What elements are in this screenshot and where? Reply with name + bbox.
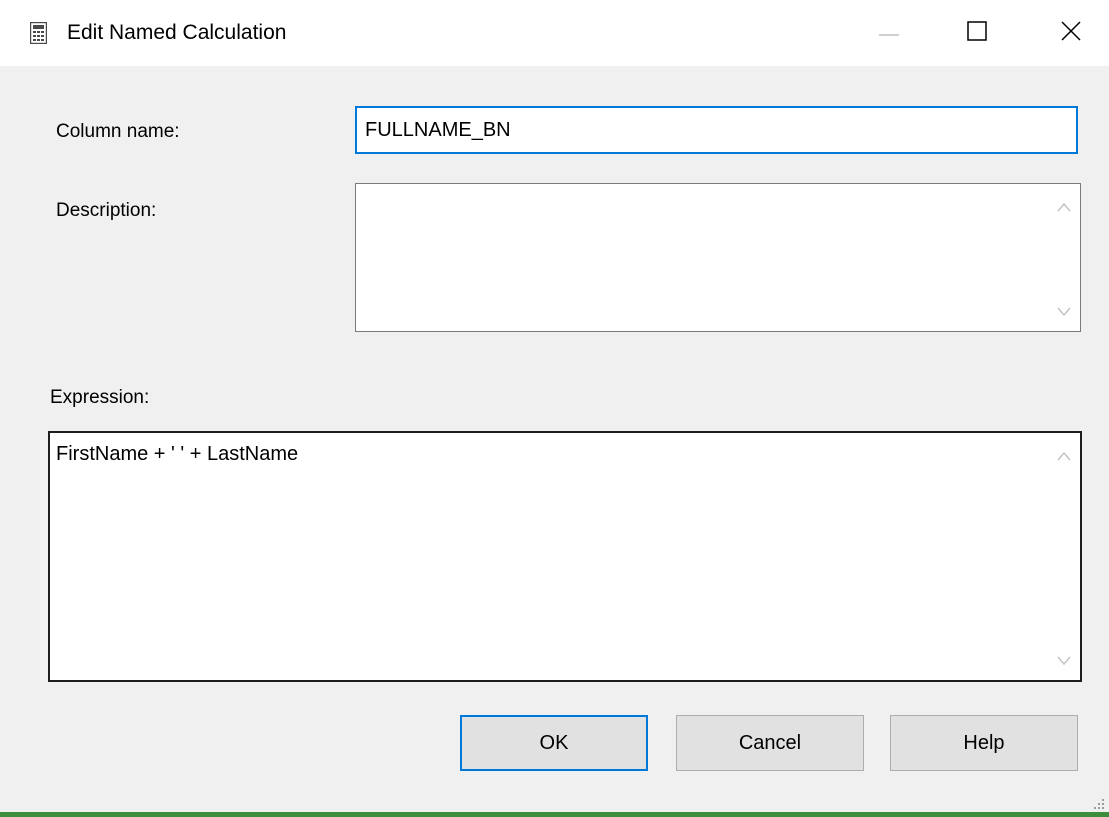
resize-grip-icon[interactable] (1093, 797, 1105, 809)
calculator-icon (29, 21, 48, 45)
scroll-up-icon[interactable] (1056, 449, 1072, 461)
column-name-label: Column name: (56, 121, 180, 142)
maximize-button[interactable] (946, 0, 1008, 66)
expression-value: FirstName + ' ' + LastName (56, 443, 299, 465)
expression-textarea[interactable]: FirstName + ' ' + LastName (48, 431, 1082, 682)
scroll-up-icon[interactable] (1056, 200, 1072, 212)
minimize-button[interactable] (858, 0, 920, 66)
close-button[interactable] (1040, 0, 1102, 66)
window-title: Edit Named Calculation (67, 21, 287, 44)
column-name-value: FULLNAME_BN (365, 119, 511, 141)
description-textarea[interactable] (355, 183, 1081, 332)
maximize-icon (967, 20, 987, 46)
help-button[interactable]: Help (890, 715, 1078, 771)
expression-label: Expression: (50, 387, 150, 408)
title-bar[interactable]: Edit Named Calculation (0, 0, 1109, 66)
column-name-input[interactable]: FULLNAME_BN (355, 106, 1078, 154)
edit-named-calculation-dialog: Edit Named Calculation Column name: FULL… (0, 0, 1109, 817)
minimize-icon (879, 24, 899, 42)
description-label: Description: (56, 200, 157, 221)
scroll-down-icon[interactable] (1056, 654, 1072, 666)
scroll-down-icon[interactable] (1056, 305, 1072, 317)
cancel-button[interactable]: Cancel (676, 715, 864, 771)
ok-button[interactable]: OK (460, 715, 648, 771)
close-icon (1061, 20, 1081, 46)
background-window-edge (0, 812, 1109, 817)
